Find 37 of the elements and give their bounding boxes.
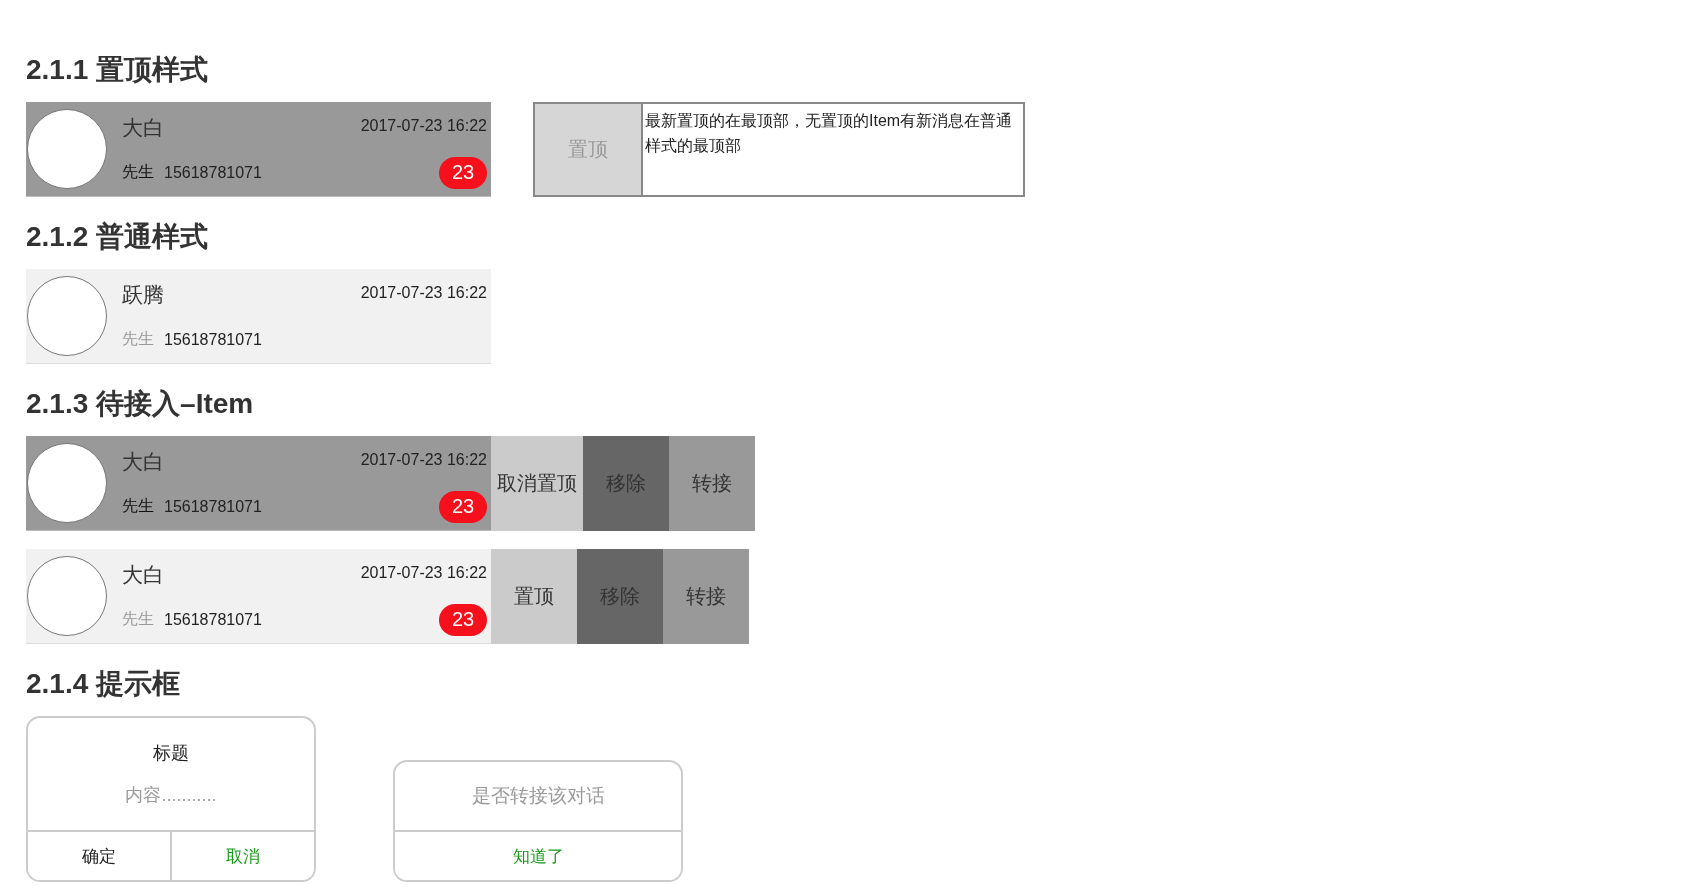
dialog-message: 是否转接该对话 [471,784,605,808]
section-heading: 2.1.2 普通样式 [26,220,209,254]
section-heading: 2.1.3 待接入–Item [26,387,254,421]
salutation: 先生 [122,496,154,516]
chat-item[interactable]: 大白 2017-07-23 16:22 先生 15618781071 23 [26,102,491,197]
chat-item[interactable]: 大白 2017-07-23 16:22 先生 15618781071 23 [26,436,491,531]
salutation: 先生 [122,329,154,349]
unread-badge: 23 [439,490,487,523]
section-heading: 2.1.4 提示框 [26,667,181,701]
swipe-action-button[interactable]: 取消置顶 [491,436,583,531]
message-time: 2017-07-23 16:22 [360,450,488,469]
note-text: 最新置顶的在最顶部，无置顶的Item有新消息在普通样式的最顶部 [644,111,1014,156]
unread-badge: 23 [439,156,487,189]
section-heading: 2.1.1 置顶样式 [26,53,209,87]
phone-number: 15618781071 [164,330,262,349]
salutation: 先生 [122,162,154,182]
dialog-button[interactable]: 取消 [170,832,314,880]
note-label: 置顶 [535,104,643,195]
message-time: 2017-07-23 16:22 [360,563,488,582]
unread-badge: 23 [439,603,487,636]
swipe-action-button[interactable]: 转接 [663,549,749,644]
salutation: 先生 [122,609,154,629]
contact-name: 跃腾 [122,281,165,308]
swipe-action-button[interactable]: 置顶 [491,549,577,644]
phone-number: 15618781071 [164,163,262,182]
phone-number: 15618781071 [164,610,262,629]
dialog-title: 标题 [153,742,189,765]
contact-name: 大白 [122,114,165,141]
dialog-message: 内容........... [125,784,217,807]
message-time: 2017-07-23 16:22 [360,116,488,135]
swipe-action-button[interactable]: 转接 [669,436,755,531]
phone-number: 15618781071 [164,497,262,516]
chat-item[interactable]: 跃腾 2017-07-23 16:22 先生 15618781071 [26,269,491,364]
chat-item[interactable]: 大白 2017-07-23 16:22 先生 15618781071 23 [26,549,491,644]
message-time: 2017-07-23 16:22 [360,283,488,302]
contact-name: 大白 [122,448,165,475]
contact-name: 大白 [122,561,165,588]
